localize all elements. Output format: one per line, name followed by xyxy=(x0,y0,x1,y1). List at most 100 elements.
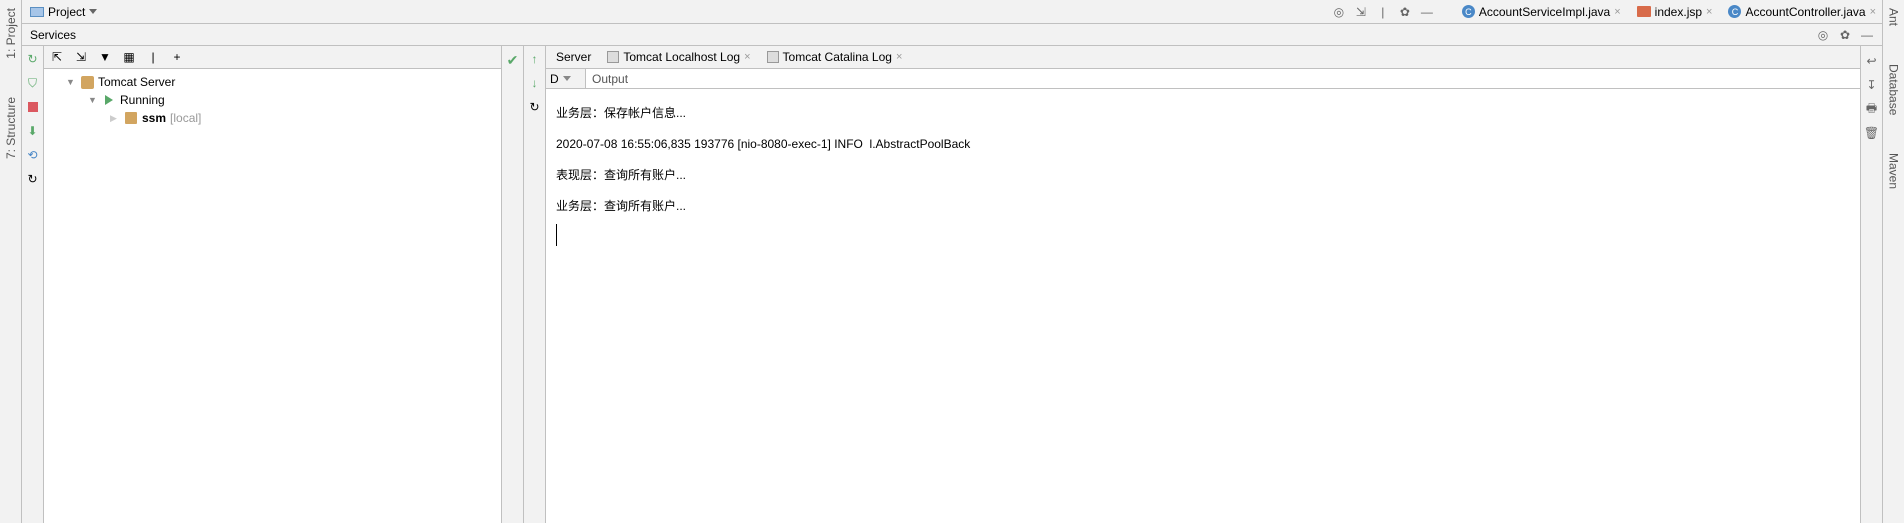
hide-icon[interactable]: — xyxy=(1860,28,1874,42)
collapse-all-icon[interactable]: ⇲ xyxy=(74,50,88,64)
console-action-gutter: ↑ ↓ ↻ xyxy=(524,46,546,523)
tree-node-ssm[interactable]: ▶ ssm [local] xyxy=(44,109,501,127)
refresh-icon[interactable]: ↻ xyxy=(528,100,542,114)
services-action-gutter: ↻ ⛉ ⬇ ⟲ ↻ xyxy=(22,46,44,523)
main-area: Project ◎ ⇲ | ✿ — C AccountServiceImpl.j… xyxy=(22,0,1882,523)
console-output[interactable]: 业务层：保存帐户信息... 2020-07-08 16:55:06,835 19… xyxy=(546,89,1860,523)
target-icon[interactable]: ◎ xyxy=(1332,5,1346,19)
group-icon[interactable]: ▦ xyxy=(122,50,136,64)
log-file-icon xyxy=(607,51,619,63)
console-tabs: Server Tomcat Localhost Log × Tomcat Cat… xyxy=(546,46,1860,69)
hide-icon[interactable]: — xyxy=(1420,5,1434,19)
dropdown-arrow-icon xyxy=(89,9,97,14)
close-icon[interactable]: × xyxy=(744,51,750,63)
ant-tool-tab[interactable]: Ant xyxy=(1887,4,1901,30)
editor-tab-label: AccountServiceImpl.java xyxy=(1479,5,1610,19)
refresh-icon[interactable]: ↻ xyxy=(26,172,40,186)
stop-icon[interactable] xyxy=(26,100,40,114)
expand-icon[interactable]: ⇲ xyxy=(1354,5,1368,19)
close-icon[interactable]: × xyxy=(1614,6,1620,18)
clear-icon[interactable]: 🗑 xyxy=(1865,126,1879,140)
console-status-gutter: ✔ xyxy=(502,46,524,523)
build-icon[interactable]: ⬇ xyxy=(26,124,40,138)
editor-tab-label: AccountController.java xyxy=(1745,5,1865,19)
close-icon[interactable]: × xyxy=(896,51,902,63)
console-line: 业务层：保存帐户信息... xyxy=(556,106,686,120)
chevron-right-icon[interactable]: ▶ xyxy=(110,113,120,124)
tree-label: Tomcat Server xyxy=(98,75,175,89)
project-dropdown-button[interactable]: Project xyxy=(22,3,105,21)
gear-icon[interactable]: ✿ xyxy=(1398,5,1412,19)
up-icon[interactable]: ↑ xyxy=(528,52,542,66)
debug-icon[interactable]: ⛉ xyxy=(26,76,40,90)
tree-node-tomcat-server[interactable]: ▼ Tomcat Server xyxy=(44,73,501,91)
java-class-icon: C xyxy=(1462,5,1475,18)
console-line: 2020-07-08 16:55:06,835 193776 [nio-8080… xyxy=(556,137,970,151)
ant-tool-label: Ant xyxy=(1887,8,1901,26)
editor-tab-label: index.jsp xyxy=(1655,5,1702,19)
java-class-icon: C xyxy=(1728,5,1741,18)
project-tool-tab[interactable]: 1: Project xyxy=(4,4,18,63)
project-dropdown-label: Project xyxy=(48,5,85,19)
down-icon[interactable]: ↓ xyxy=(528,76,542,90)
left-tool-gutter: 1: Project 7: Structure xyxy=(0,0,22,523)
tree-label-suffix: [local] xyxy=(170,111,201,125)
tree-label: Running xyxy=(120,93,165,107)
dropdown-arrow-icon[interactable] xyxy=(563,76,571,81)
console-tab-label: Server xyxy=(556,50,591,64)
console-tab-localhost-log[interactable]: Tomcat Localhost Log × xyxy=(603,48,758,66)
running-icon xyxy=(105,95,113,105)
tree-label: ssm xyxy=(142,111,166,125)
close-icon[interactable]: × xyxy=(1870,6,1876,18)
maven-tool-tab[interactable]: Maven xyxy=(1887,149,1901,193)
chevron-down-icon[interactable]: ▼ xyxy=(88,95,98,105)
maven-tool-label: Maven xyxy=(1887,153,1901,189)
gear-icon[interactable]: ✿ xyxy=(1838,28,1852,42)
soft-wrap-icon[interactable]: ↩ xyxy=(1865,54,1879,68)
sep: | xyxy=(146,50,160,64)
divider-icon: | xyxy=(1376,5,1390,19)
expand-all-icon[interactable]: ⇱ xyxy=(50,50,64,64)
tree-node-running[interactable]: ▼ Running xyxy=(44,91,501,109)
console-panel: ✔ ↑ ↓ ↻ Server Tomcat Localhost Log × xyxy=(502,46,1882,523)
filter-icon[interactable]: ▼ xyxy=(98,50,112,64)
close-icon[interactable]: × xyxy=(1706,6,1712,18)
services-header: Services ◎ ✿ — xyxy=(22,24,1882,46)
link-icon[interactable]: ⟲ xyxy=(26,148,40,162)
console-tab-label: Tomcat Localhost Log xyxy=(623,50,740,64)
jsp-file-icon xyxy=(1637,6,1651,17)
tomcat-app-icon xyxy=(125,112,137,124)
services-tree: ▼ Tomcat Server ▼ Running ▶ ssm xyxy=(44,69,501,523)
editor-tab-account-service-impl[interactable]: C AccountServiceImpl.java × xyxy=(1456,3,1627,21)
content-row: ↻ ⛉ ⬇ ⟲ ↻ ⇱ ⇲ ▼ ▦ | + xyxy=(22,46,1882,523)
services-title: Services xyxy=(30,28,1816,42)
scroll-end-icon[interactable]: ↧ xyxy=(1865,78,1879,92)
print-icon[interactable]: 🖶 xyxy=(1865,102,1879,116)
services-panel: ↻ ⛉ ⬇ ⟲ ↻ ⇱ ⇲ ▼ ▦ | + xyxy=(22,46,502,523)
editor-tab-account-controller[interactable]: C AccountController.java × xyxy=(1722,3,1882,21)
right-tool-gutter: Ant Database Maven xyxy=(1882,0,1904,523)
console-line: 表现层：查询所有账户... xyxy=(556,168,686,182)
structure-tool-tab[interactable]: 7: Structure xyxy=(4,93,18,163)
structure-tool-label: 7: Structure xyxy=(4,97,18,159)
console-tab-catalina-log[interactable]: Tomcat Catalina Log × xyxy=(763,48,911,66)
rerun-icon[interactable]: ↻ xyxy=(26,52,40,66)
editor-tabs: C AccountServiceImpl.java × index.jsp × … xyxy=(1450,0,1882,24)
target-icon[interactable]: ◎ xyxy=(1816,28,1830,42)
console-line: 业务层：查询所有账户... xyxy=(556,199,686,213)
add-icon[interactable]: + xyxy=(170,50,184,64)
console-tab-server[interactable]: Server xyxy=(552,48,599,66)
database-tool-tab[interactable]: Database xyxy=(1887,60,1901,119)
chevron-down-icon[interactable]: ▼ xyxy=(66,77,76,87)
project-icon xyxy=(30,7,44,17)
output-header-row: D Output xyxy=(546,69,1860,89)
log-file-icon xyxy=(767,51,779,63)
console-tab-label: Tomcat Catalina Log xyxy=(783,50,892,64)
services-toolbar: ⇱ ⇲ ▼ ▦ | + xyxy=(44,46,501,69)
console-right-gutter: ↩ ↧ 🖶 🗑 xyxy=(1860,46,1882,523)
top-bar: Project ◎ ⇲ | ✿ — C AccountServiceImpl.j… xyxy=(22,0,1882,24)
d-label: D xyxy=(550,72,559,86)
editor-tab-index-jsp[interactable]: index.jsp × xyxy=(1631,3,1719,21)
success-check-icon: ✔ xyxy=(507,52,519,69)
tomcat-icon xyxy=(81,76,94,89)
